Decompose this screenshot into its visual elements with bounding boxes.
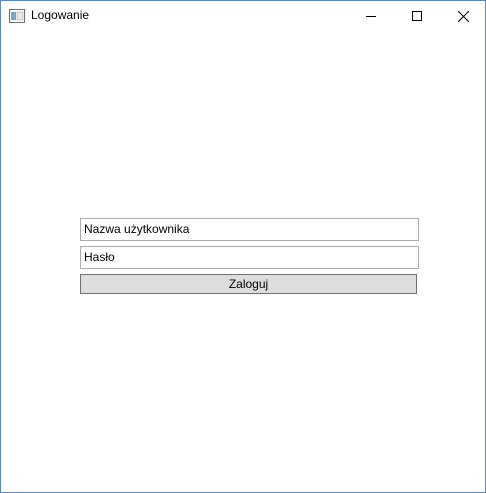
window-app-icon <box>9 9 25 23</box>
username-field[interactable]: Nazwa użytkownika <box>80 218 419 241</box>
maximize-icon <box>412 11 422 21</box>
close-button[interactable] <box>440 1 486 31</box>
login-button[interactable]: Zaloguj <box>80 274 417 294</box>
window-title: Logowanie <box>31 8 90 22</box>
minimize-icon <box>366 11 376 21</box>
close-icon <box>457 10 469 22</box>
maximize-button[interactable] <box>394 1 440 31</box>
password-field[interactable]: Hasło <box>80 246 419 269</box>
minimize-button[interactable] <box>348 1 394 31</box>
login-window: Logowanie Nazwa użytkownika Hasło Zalogu… <box>0 0 486 493</box>
title-bar[interactable]: Logowanie <box>1 1 485 31</box>
